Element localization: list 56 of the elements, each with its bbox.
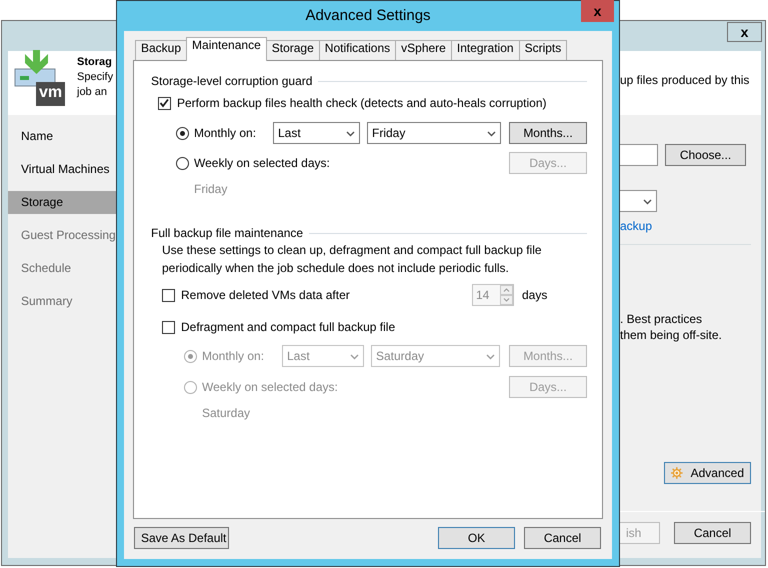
radio-button[interactable] <box>176 126 189 140</box>
chevron-icon <box>487 130 496 136</box>
unit-label: days <box>522 288 548 302</box>
tab[interactable]: Backup <box>135 40 188 60</box>
checkbox-label: Remove deleted VMs data after <box>181 288 350 302</box>
wizard-step[interactable]: Virtual Machines <box>8 158 116 181</box>
spin-arrows-icon <box>500 285 513 305</box>
checkbox[interactable] <box>158 96 171 110</box>
radio-label: Weekly on selected days: <box>202 380 338 394</box>
chevron-icon <box>350 352 359 360</box>
dialog-button[interactable]: Cancel <box>524 527 601 549</box>
page-title: Storag <box>77 55 113 70</box>
checkbox-label: Defragment and compact full backup file <box>181 320 396 334</box>
path-field[interactable] <box>620 144 658 166</box>
chevron-icon <box>486 352 495 360</box>
logo <box>14 50 56 87</box>
checkbox[interactable] <box>162 320 175 334</box>
day-dropdown[interactable]: Friday <box>367 122 501 144</box>
description-text: Use these settings to clean up, defragment and compact full backup file periodically when the job schedule does not include periodic fulls. <box>162 242 543 277</box>
checkbox-label: Perform backup files health check (detects and auto-heals corruption) <box>177 96 547 110</box>
window-title: Advanced Settings <box>305 6 431 26</box>
choose-button[interactable]: Choose... <box>665 144 746 166</box>
page-description: up files produced by this <box>620 72 750 88</box>
wizard-button[interactable]: Cancel <box>674 522 751 544</box>
radio-label: Monthly on: <box>202 349 264 363</box>
close-button[interactable]: x <box>581 0 614 22</box>
dropdown[interactable] <box>620 190 657 212</box>
radio-label: Monthly on: <box>194 126 256 140</box>
schedule-summary: Saturday <box>202 405 252 421</box>
chevron-icon <box>643 198 652 204</box>
radio-button[interactable] <box>184 380 197 394</box>
page-description: Specify <box>77 70 114 85</box>
note-text: . Best practices them being off-site. <box>620 311 723 343</box>
radio-button[interactable] <box>176 156 189 170</box>
advanced-button[interactable]: Advanced <box>664 462 751 484</box>
close-button[interactable]: x <box>727 22 762 42</box>
dialog-button[interactable]: OK <box>438 527 515 549</box>
radio-label: Weekly on selected days: <box>194 156 330 170</box>
schedule-button[interactable]: Months... <box>509 122 587 144</box>
check-icon <box>159 98 170 108</box>
schedule-summary: Friday <box>194 181 228 197</box>
week-dropdown[interactable]: Last <box>273 122 360 144</box>
link[interactable]: ackup <box>620 218 652 234</box>
checkbox[interactable] <box>162 288 175 302</box>
tab[interactable]: Maintenance <box>186 37 267 61</box>
group-heading: Full backup file maintenance <box>151 225 304 241</box>
gear-icon <box>671 465 683 481</box>
dialog-button[interactable]: Save As Default <box>134 527 229 549</box>
chevron-icon <box>346 130 355 136</box>
tab[interactable]: Scripts <box>518 40 568 60</box>
page-description: job an <box>77 85 108 100</box>
wizard-step[interactable]: Storage <box>8 191 116 214</box>
logo-text: vm <box>36 82 65 106</box>
group-heading: Storage-level corruption guard <box>151 73 312 89</box>
wizard-step[interactable]: Name <box>8 125 116 148</box>
radio-button[interactable] <box>184 350 197 362</box>
